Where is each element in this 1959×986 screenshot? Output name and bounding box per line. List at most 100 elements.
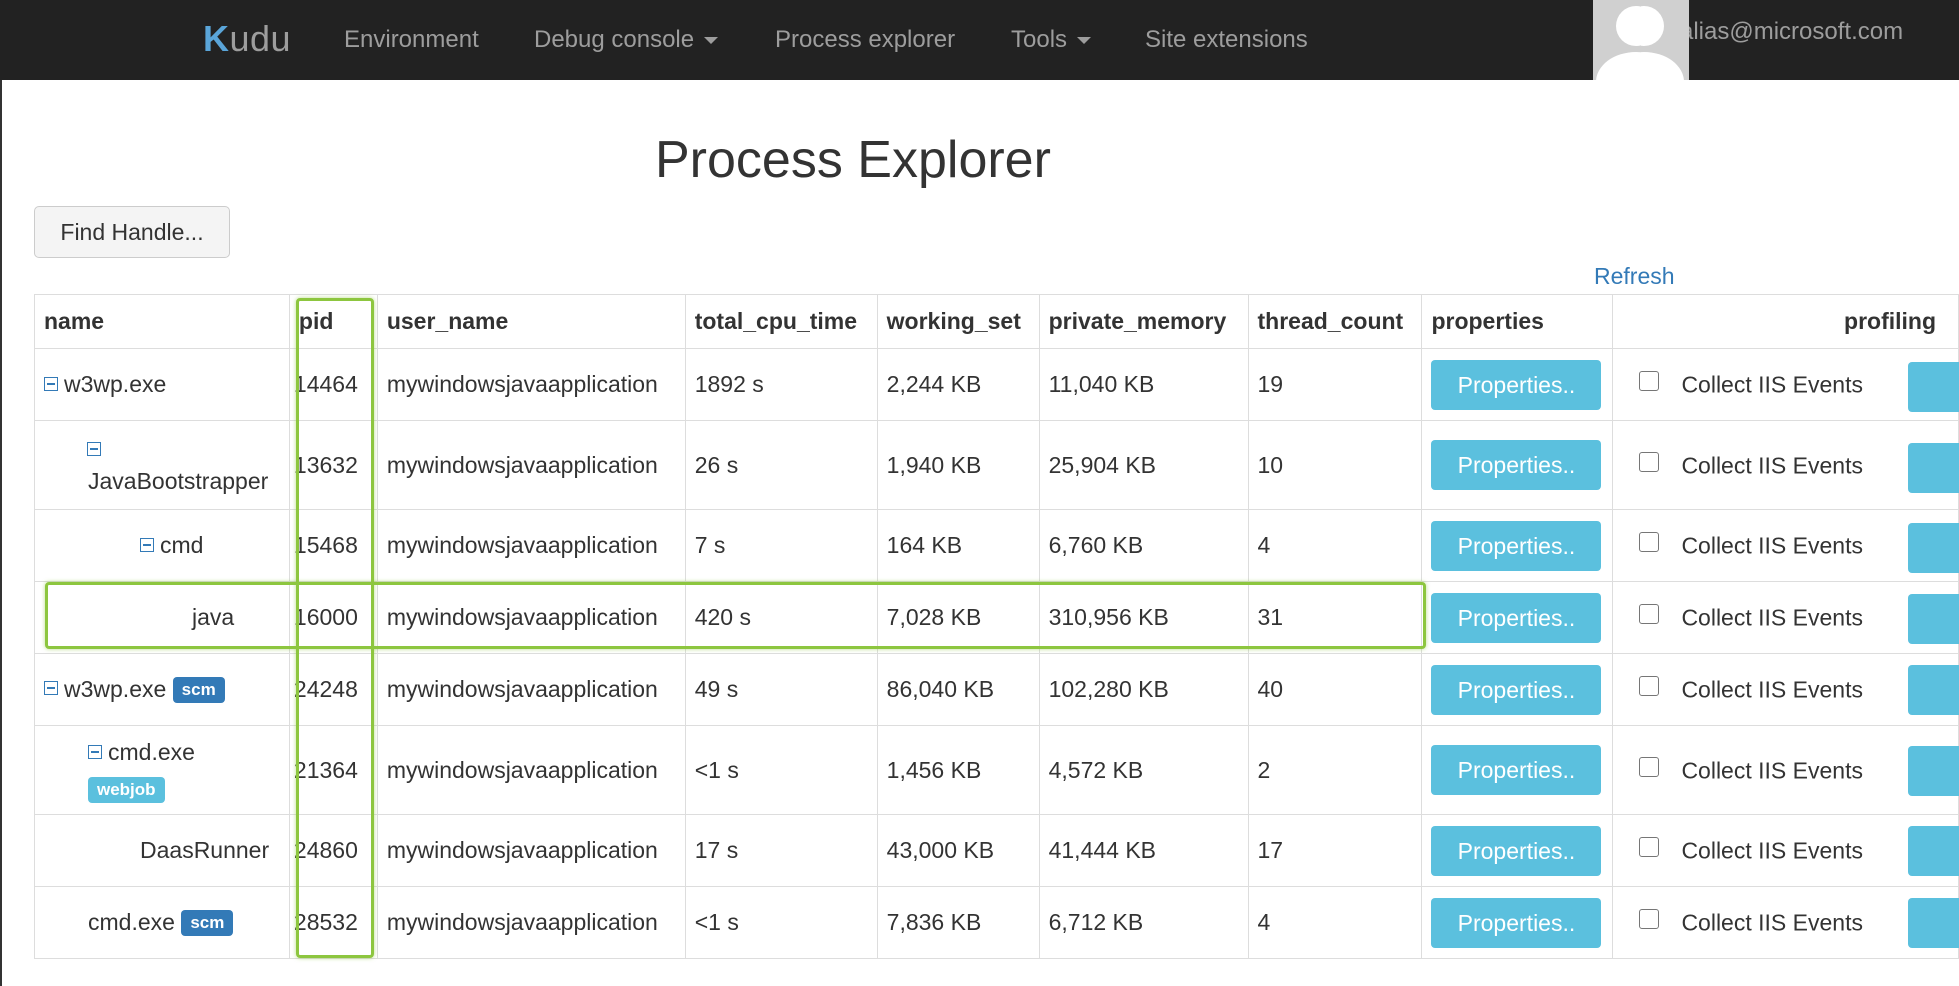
profiling-action-button[interactable]: [1908, 826, 1959, 876]
properties-button[interactable]: Properties..: [1431, 359, 1602, 410]
collect-iis-events-checkbox[interactable]: [1639, 909, 1660, 930]
collapse-icon[interactable]: [44, 376, 58, 391]
collect-iis-events-checkbox[interactable]: [1639, 532, 1660, 553]
user-name-cell: mywindowsjavaapplication: [376, 725, 686, 815]
process-table: name pid user_name total_cpu_time workin…: [34, 294, 1959, 959]
process-name-cell: JavaBootstrapper: [34, 420, 290, 510]
pid-cell: 24248: [288, 653, 378, 726]
thread-count-cell: 19: [1247, 348, 1423, 421]
properties-button[interactable]: Properties..: [1431, 592, 1602, 643]
pid-cell: 13632: [288, 420, 378, 510]
properties-cell: Properties..: [1421, 581, 1614, 654]
nav-process-explorer[interactable]: Process explorer: [775, 22, 955, 58]
working-set-cell: 86,040 KB: [876, 653, 1040, 726]
header-name[interactable]: name: [34, 294, 290, 349]
pid-cell: 15468: [288, 509, 378, 582]
refresh-link[interactable]: Refresh: [1594, 262, 1675, 290]
cpu-time-cell: 17 s: [684, 814, 878, 887]
table-row[interactable]: w3wp.exe 14464 mywindowsjavaapplication …: [34, 348, 1959, 421]
collect-iis-events-checkbox[interactable]: [1639, 451, 1660, 472]
profiling-action-button[interactable]: [1908, 665, 1959, 715]
header-profiling: profiling: [1612, 294, 1959, 349]
user-name-cell: mywindowsjavaapplication: [376, 509, 686, 582]
thread-count-cell: 10: [1247, 420, 1423, 510]
working-set-cell: 164 KB: [876, 509, 1040, 582]
user-name-cell: mywindowsjavaapplication: [376, 814, 686, 887]
collect-iis-events-checkbox[interactable]: [1639, 837, 1660, 858]
header-working-set[interactable]: working_set: [876, 294, 1040, 349]
profiling-cell: Collect IIS Events: [1612, 653, 1959, 726]
table-row[interactable]: cmd.exe scm 28532 mywindowsjavaapplicati…: [34, 886, 1959, 959]
table-row[interactable]: cmd.exe webjob 21364 mywindowsjavaapplica…: [34, 725, 1959, 815]
profiling-cell: Collect IIS Events: [1612, 581, 1959, 654]
person-icon: [1596, 6, 1676, 112]
private-memory-cell: 6,760 KB: [1038, 509, 1249, 582]
properties-button[interactable]: Properties..: [1431, 825, 1602, 876]
collapse-icon[interactable]: [88, 744, 102, 759]
private-memory-cell: 102,280 KB: [1038, 653, 1249, 726]
properties-button[interactable]: Properties..: [1431, 664, 1602, 715]
properties-cell: Properties..: [1421, 653, 1614, 726]
collect-iis-events-checkbox[interactable]: [1639, 756, 1660, 777]
user-name-cell: mywindowsjavaapplication: [376, 886, 686, 959]
header-user-name[interactable]: user_name: [376, 294, 686, 349]
working-set-cell: 43,000 KB: [876, 814, 1040, 887]
header-private-memory[interactable]: private_memory: [1038, 294, 1249, 349]
collapse-icon[interactable]: [87, 441, 101, 456]
profiling-action-button[interactable]: [1908, 523, 1959, 573]
scm-badge: scm: [172, 677, 225, 704]
scm-badge: scm: [181, 910, 234, 937]
cpu-time-cell: <1 s: [684, 886, 878, 959]
kudu-logo[interactable]: Kudu: [203, 14, 291, 64]
table-row[interactable]: cmd 15468 mywindowsjavaapplication 7 s 1…: [34, 509, 1959, 582]
properties-button[interactable]: Properties..: [1431, 745, 1602, 795]
table-row[interactable]: w3wp.exe scm 24248 mywindowsjavaapplicat…: [34, 653, 1959, 726]
header-properties: properties: [1421, 294, 1614, 349]
profiling-cell: Collect IIS Events: [1612, 886, 1959, 959]
collapse-icon[interactable]: [44, 681, 58, 696]
pid-cell: 21364: [288, 725, 378, 815]
user-email[interactable]: alias@microsoft.com: [1680, 14, 1903, 50]
caret-down-icon: [704, 37, 719, 45]
private-memory-cell: 4,572 KB: [1038, 725, 1249, 815]
working-set-cell: 2,244 KB: [876, 348, 1040, 421]
table-row[interactable]: DaasRunner 24860 mywindowsjavaapplicatio…: [34, 814, 1959, 887]
table-row[interactable]: JavaBootstrapper 13632 mywindowsjavaappl…: [34, 420, 1959, 510]
nav-site-extensions[interactable]: Site extensions: [1145, 22, 1308, 58]
thread-count-cell: 40: [1247, 653, 1423, 726]
profiling-action-button[interactable]: [1908, 362, 1959, 412]
find-handle-button[interactable]: Find Handle...: [34, 206, 230, 258]
header-pid[interactable]: pid: [288, 294, 378, 349]
properties-cell: Properties..: [1421, 420, 1614, 510]
collect-iis-events-checkbox[interactable]: [1639, 604, 1660, 625]
avatar-background-right: [1604, 0, 1689, 112]
private-memory-cell: 310,956 KB: [1038, 581, 1249, 654]
properties-button[interactable]: Properties..: [1431, 440, 1602, 490]
working-set-cell: 7,028 KB: [876, 581, 1040, 654]
cpu-time-cell: 49 s: [684, 653, 878, 726]
nav-tools[interactable]: Tools: [1011, 22, 1092, 58]
header-total-cpu-time[interactable]: total_cpu_time: [684, 294, 878, 349]
cpu-time-cell: <1 s: [684, 725, 878, 815]
table-row[interactable]: java 16000 mywindowsjavaapplication 420 …: [34, 581, 1959, 654]
properties-cell: Properties..: [1421, 725, 1614, 815]
table-header-row: name pid user_name total_cpu_time workin…: [34, 294, 1959, 349]
profiling-action-button[interactable]: [1908, 746, 1959, 796]
collect-iis-events-checkbox[interactable]: [1639, 676, 1660, 697]
properties-button[interactable]: Properties..: [1431, 897, 1602, 948]
collapse-icon[interactable]: [140, 537, 154, 552]
profiling-action-button[interactable]: [1908, 898, 1959, 948]
page-title: Process Explorer: [655, 131, 1051, 189]
user-name-cell: mywindowsjavaapplication: [376, 348, 686, 421]
process-name-cell: cmd.exe scm: [34, 886, 290, 959]
profiling-cell: Collect IIS Events: [1612, 509, 1959, 582]
collect-iis-events-checkbox[interactable]: [1639, 371, 1660, 392]
thread-count-cell: 31: [1247, 581, 1423, 654]
profiling-action-button[interactable]: [1908, 443, 1959, 493]
properties-button[interactable]: Properties..: [1431, 520, 1602, 571]
header-thread-count[interactable]: thread_count: [1247, 294, 1423, 349]
nav-environment[interactable]: Environment: [344, 22, 479, 58]
nav-debug-console[interactable]: Debug console: [534, 22, 719, 58]
profiling-action-button[interactable]: [1908, 594, 1959, 644]
thread-count-cell: 17: [1247, 814, 1423, 887]
